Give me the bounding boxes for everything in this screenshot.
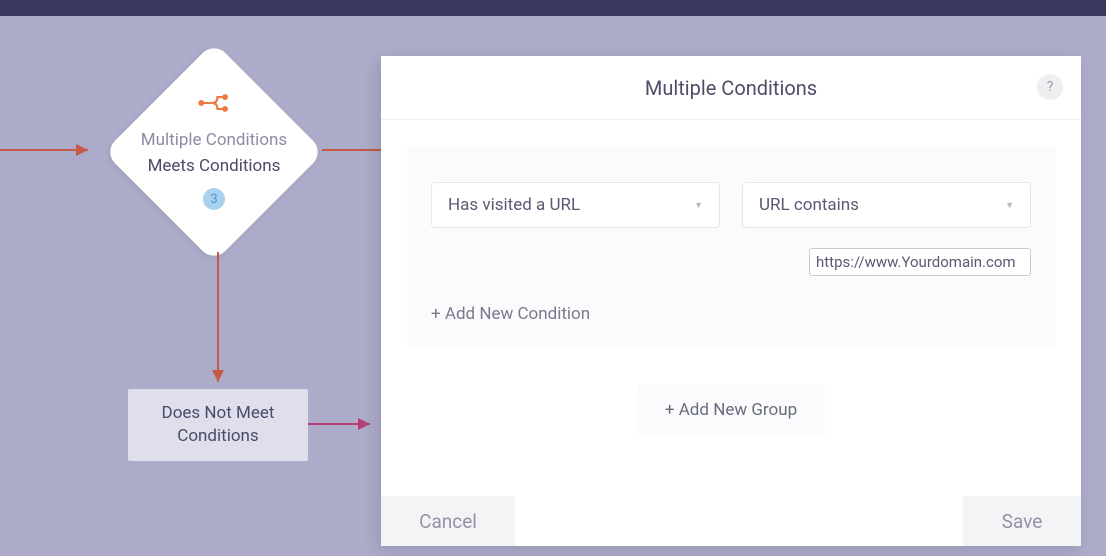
attribute-select-value: Has visited a URL bbox=[448, 195, 580, 215]
add-condition-button[interactable]: + Add New Condition bbox=[431, 304, 590, 324]
app-topbar bbox=[0, 0, 1106, 16]
modal-body: Has visited a URL ▼ URL contains ▼ + Add… bbox=[381, 120, 1081, 496]
condition-group: Has visited a URL ▼ URL contains ▼ + Add… bbox=[407, 146, 1055, 348]
operator-select[interactable]: URL contains ▼ bbox=[742, 182, 1031, 228]
does-not-meet-label: Does Not Meet Conditions bbox=[128, 402, 308, 448]
url-value-input[interactable] bbox=[809, 248, 1031, 276]
add-group-button[interactable]: + Add New Group bbox=[637, 384, 825, 436]
value-row bbox=[431, 248, 1031, 276]
branch-icon bbox=[197, 92, 231, 114]
operator-select-value: URL contains bbox=[759, 195, 859, 215]
condition-count-badge: 3 bbox=[203, 188, 225, 210]
modal-title: Multiple Conditions bbox=[645, 76, 817, 100]
help-icon: ? bbox=[1047, 79, 1054, 95]
does-not-meet-node[interactable]: Does Not Meet Conditions bbox=[128, 389, 308, 461]
edge-does-not-meet bbox=[308, 414, 383, 434]
condition-node-title: Multiple Conditions bbox=[141, 130, 287, 150]
condition-node-content: Multiple Conditions Meets Conditions 3 bbox=[104, 92, 324, 210]
chevron-down-icon: ▼ bbox=[1005, 200, 1014, 211]
workflow-canvas: Multiple Conditions Meets Conditions 3 D… bbox=[0, 16, 1106, 556]
chevron-down-icon: ▼ bbox=[694, 200, 703, 211]
edge-down bbox=[208, 252, 228, 392]
edge-incoming bbox=[0, 140, 100, 160]
conditions-modal: Multiple Conditions ? Has visited a URL … bbox=[381, 56, 1081, 546]
modal-header: Multiple Conditions ? bbox=[381, 56, 1081, 120]
modal-footer: Cancel Save bbox=[381, 496, 1081, 546]
condition-node[interactable]: Multiple Conditions Meets Conditions 3 bbox=[104, 42, 324, 262]
cancel-button[interactable]: Cancel bbox=[381, 496, 515, 546]
attribute-select[interactable]: Has visited a URL ▼ bbox=[431, 182, 720, 228]
footer-spacer bbox=[515, 496, 963, 546]
help-button[interactable]: ? bbox=[1037, 74, 1063, 100]
condition-row: Has visited a URL ▼ URL contains ▼ bbox=[431, 182, 1031, 228]
save-button[interactable]: Save bbox=[963, 496, 1081, 546]
condition-node-subtitle: Meets Conditions bbox=[148, 156, 281, 176]
